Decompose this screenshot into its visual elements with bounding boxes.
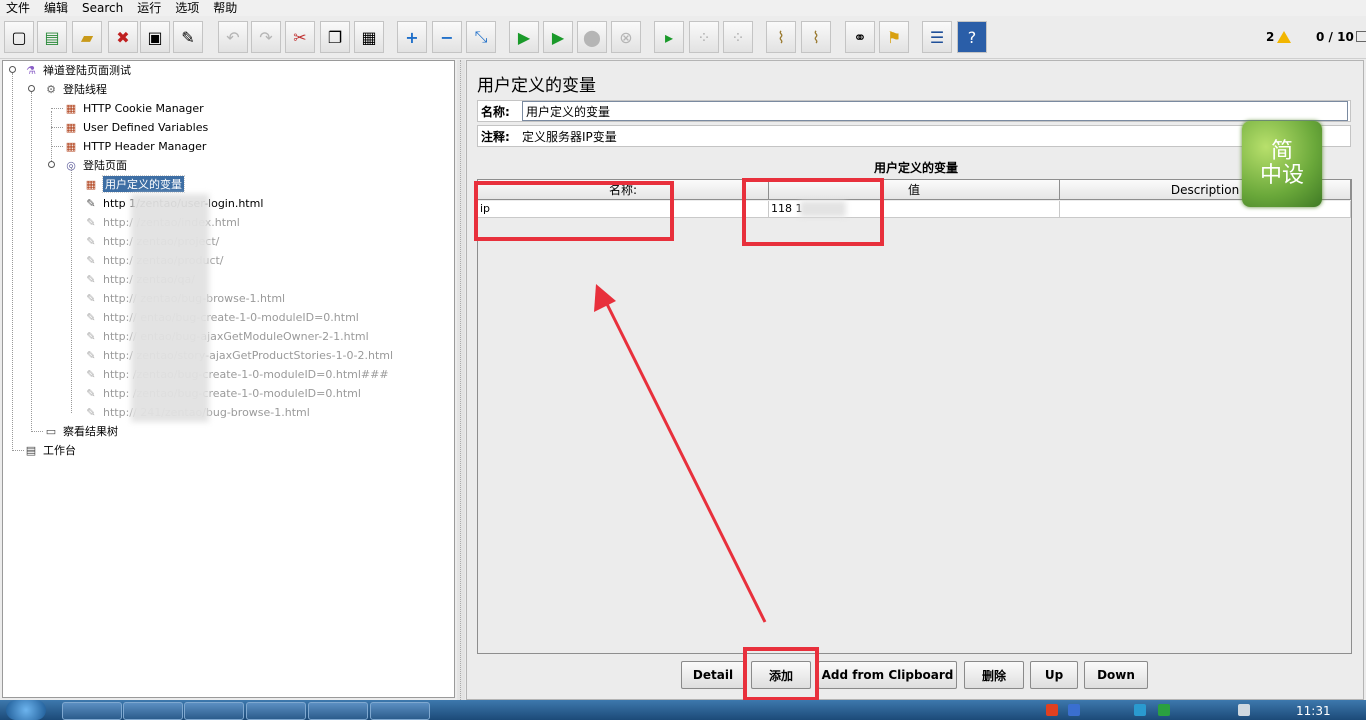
taskbar-clock[interactable]: 11:31 (1296, 704, 1331, 718)
taskbar-wechat[interactable] (184, 702, 244, 720)
tray-icon[interactable] (1158, 704, 1170, 716)
tray-icon[interactable] (1046, 704, 1058, 716)
start-button[interactable] (6, 700, 46, 720)
taskbar-cmd[interactable] (246, 702, 306, 720)
taskbar-chrome[interactable] (62, 702, 122, 720)
taskbar-app[interactable] (370, 702, 430, 720)
volume-icon[interactable] (1238, 704, 1250, 716)
taskbar: 11:31 (0, 700, 1366, 720)
tray-icon[interactable] (1134, 704, 1146, 716)
taskbar-jmeter[interactable] (308, 702, 368, 720)
annotation-arrow (594, 284, 767, 623)
jmeter-window: 文件 编辑 Search 运行 选项 帮助 ▢ ▤ ▰ ✖ ▣ ✎ ↶ ↷ ✂ … (0, 0, 1366, 720)
taskbar-app[interactable] (123, 702, 183, 720)
tray-icon[interactable] (1068, 704, 1080, 716)
